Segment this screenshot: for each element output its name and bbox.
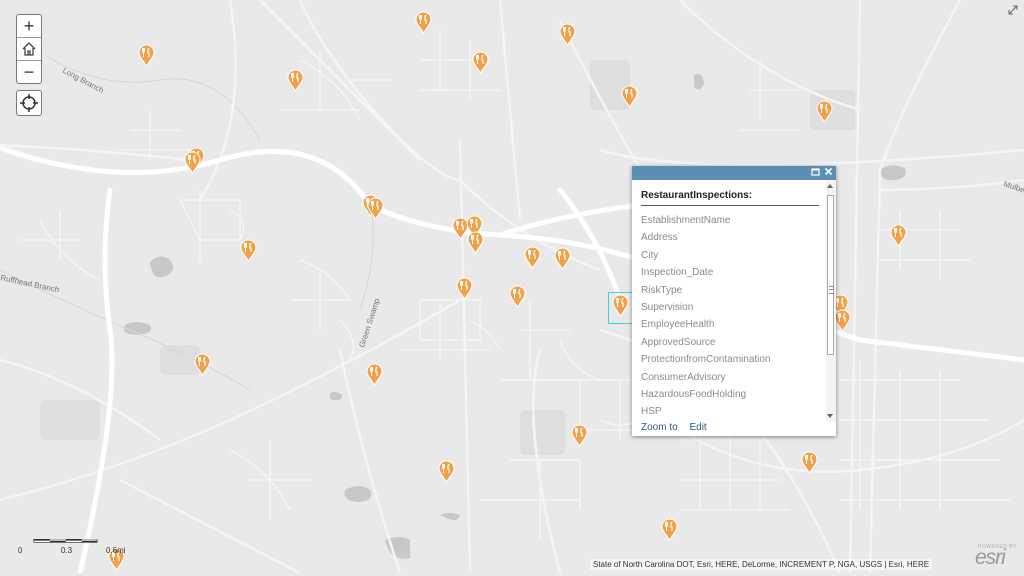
scalebar-labels: 0 0.3 0.6mi [18, 546, 138, 556]
scrollbar-thumb[interactable] [827, 195, 834, 355]
restaurant-fork-knife-icon [240, 239, 257, 262]
restaurant-marker[interactable] [621, 85, 638, 108]
expand-arrow-icon [1008, 5, 1018, 15]
restaurant-fork-knife-icon [138, 44, 155, 67]
restaurant-fork-knife-icon [456, 277, 473, 300]
esri-logo[interactable]: esri [975, 546, 1006, 570]
restaurant-marker[interactable] [559, 23, 576, 46]
restaurant-marker[interactable] [524, 246, 541, 269]
feature-popup: RestaurantInspections: EstablishmentName… [632, 166, 836, 436]
selected-feature-highlight [608, 292, 635, 324]
scale-label-end: 0.6mi [106, 546, 126, 555]
restaurant-marker[interactable] [456, 277, 473, 300]
map-attribution: State of North Carolina DOT, Esri, HERE,… [590, 559, 933, 570]
scroll-down-arrow-icon[interactable] [827, 414, 833, 418]
popup-field: Address [641, 232, 678, 244]
restaurant-fork-knife-icon [438, 460, 455, 483]
fullscreen-expand-button[interactable] [1008, 2, 1018, 15]
popup-field: EmployeeHealth [641, 319, 715, 331]
popup-field: HazardousFoodHolding [641, 388, 747, 400]
locate-button[interactable] [16, 90, 42, 116]
popup-content[interactable]: RestaurantInspections: EstablishmentName… [632, 180, 826, 422]
restaurant-fork-knife-icon [890, 224, 907, 247]
restaurant-fork-knife-icon [816, 100, 833, 123]
zoom-controls: + − [16, 14, 42, 84]
restaurant-marker[interactable] [194, 353, 211, 376]
zoom-out-button[interactable]: − [17, 61, 41, 83]
restaurant-marker[interactable] [571, 424, 588, 447]
scale-label-0: 0 [18, 546, 23, 555]
popup-field: Inspection_Date [641, 267, 714, 279]
scale-label-mid: 0.3 [61, 546, 73, 555]
restaurant-fork-knife-icon [366, 363, 383, 386]
restaurant-fork-knife-icon [287, 69, 304, 92]
restaurant-fork-knife-icon [559, 23, 576, 46]
popup-field: EstablishmentName [641, 215, 731, 226]
restaurant-fork-knife-icon [415, 11, 432, 34]
grip-icon [829, 286, 834, 294]
restaurant-fork-knife-icon [621, 85, 638, 108]
restaurant-fork-knife-icon [472, 51, 489, 74]
popup-field-list: EstablishmentName Address City Inspection_D… [641, 212, 771, 421]
restaurant-marker[interactable] [184, 151, 201, 174]
popup-field: RiskType [641, 284, 683, 296]
home-icon [22, 42, 36, 56]
zoom-to-link[interactable]: Zoom to [641, 422, 678, 433]
restaurant-marker[interactable] [890, 224, 907, 247]
restaurant-marker[interactable] [801, 451, 818, 474]
popup-title: RestaurantInspections: [641, 190, 753, 201]
popup-scrollbar[interactable] [826, 180, 836, 422]
restaurant-marker[interactable] [661, 518, 678, 541]
restaurant-fork-knife-icon [467, 231, 484, 254]
popup-field: Supervision [641, 301, 694, 313]
restaurant-marker[interactable] [138, 44, 155, 67]
restaurant-fork-knife-icon [834, 309, 851, 332]
home-button[interactable] [17, 38, 41, 61]
restaurant-fork-knife-icon [571, 424, 588, 447]
restaurant-fork-knife-icon [661, 518, 678, 541]
restaurant-marker[interactable] [366, 363, 383, 386]
restaurant-marker[interactable] [287, 69, 304, 92]
restaurant-marker[interactable] [472, 51, 489, 74]
restaurant-fork-knife-icon [801, 451, 818, 474]
popup-field: ApprovedSource [641, 336, 716, 348]
popup-actions: Zoom to Edit [641, 422, 716, 433]
restaurant-marker[interactable] [467, 231, 484, 254]
maximize-icon [810, 168, 820, 176]
restaurant-marker[interactable] [509, 285, 526, 308]
popup-field: HSP [641, 406, 662, 418]
popup-divider [641, 205, 819, 206]
close-icon [824, 167, 832, 176]
scroll-up-arrow-icon[interactable] [827, 184, 833, 188]
popup-maximize-button[interactable] [810, 167, 820, 178]
restaurant-marker[interactable] [554, 247, 571, 270]
restaurant-fork-knife-icon [367, 197, 384, 220]
popup-header [632, 166, 836, 180]
locate-crosshair-icon [20, 94, 38, 112]
restaurant-fork-knife-icon [554, 247, 571, 270]
zoom-in-button[interactable]: + [17, 15, 41, 38]
restaurant-fork-knife-icon [509, 285, 526, 308]
restaurant-fork-knife-icon [524, 246, 541, 269]
popup-close-button[interactable] [823, 167, 833, 178]
restaurant-marker[interactable] [240, 239, 257, 262]
restaurant-fork-knife-icon [194, 353, 211, 376]
restaurant-marker[interactable] [438, 460, 455, 483]
restaurant-marker[interactable] [816, 100, 833, 123]
popup-field: City [641, 249, 659, 261]
restaurant-marker[interactable] [415, 11, 432, 34]
popup-field: ProtectionfromContamination [641, 354, 771, 366]
popup-field: ConsumerAdvisory [641, 371, 726, 383]
restaurant-fork-knife-icon [184, 151, 201, 174]
scalebar [33, 539, 98, 543]
restaurant-marker[interactable] [367, 197, 384, 220]
edit-link[interactable]: Edit [689, 422, 706, 433]
restaurant-marker[interactable] [834, 309, 851, 332]
